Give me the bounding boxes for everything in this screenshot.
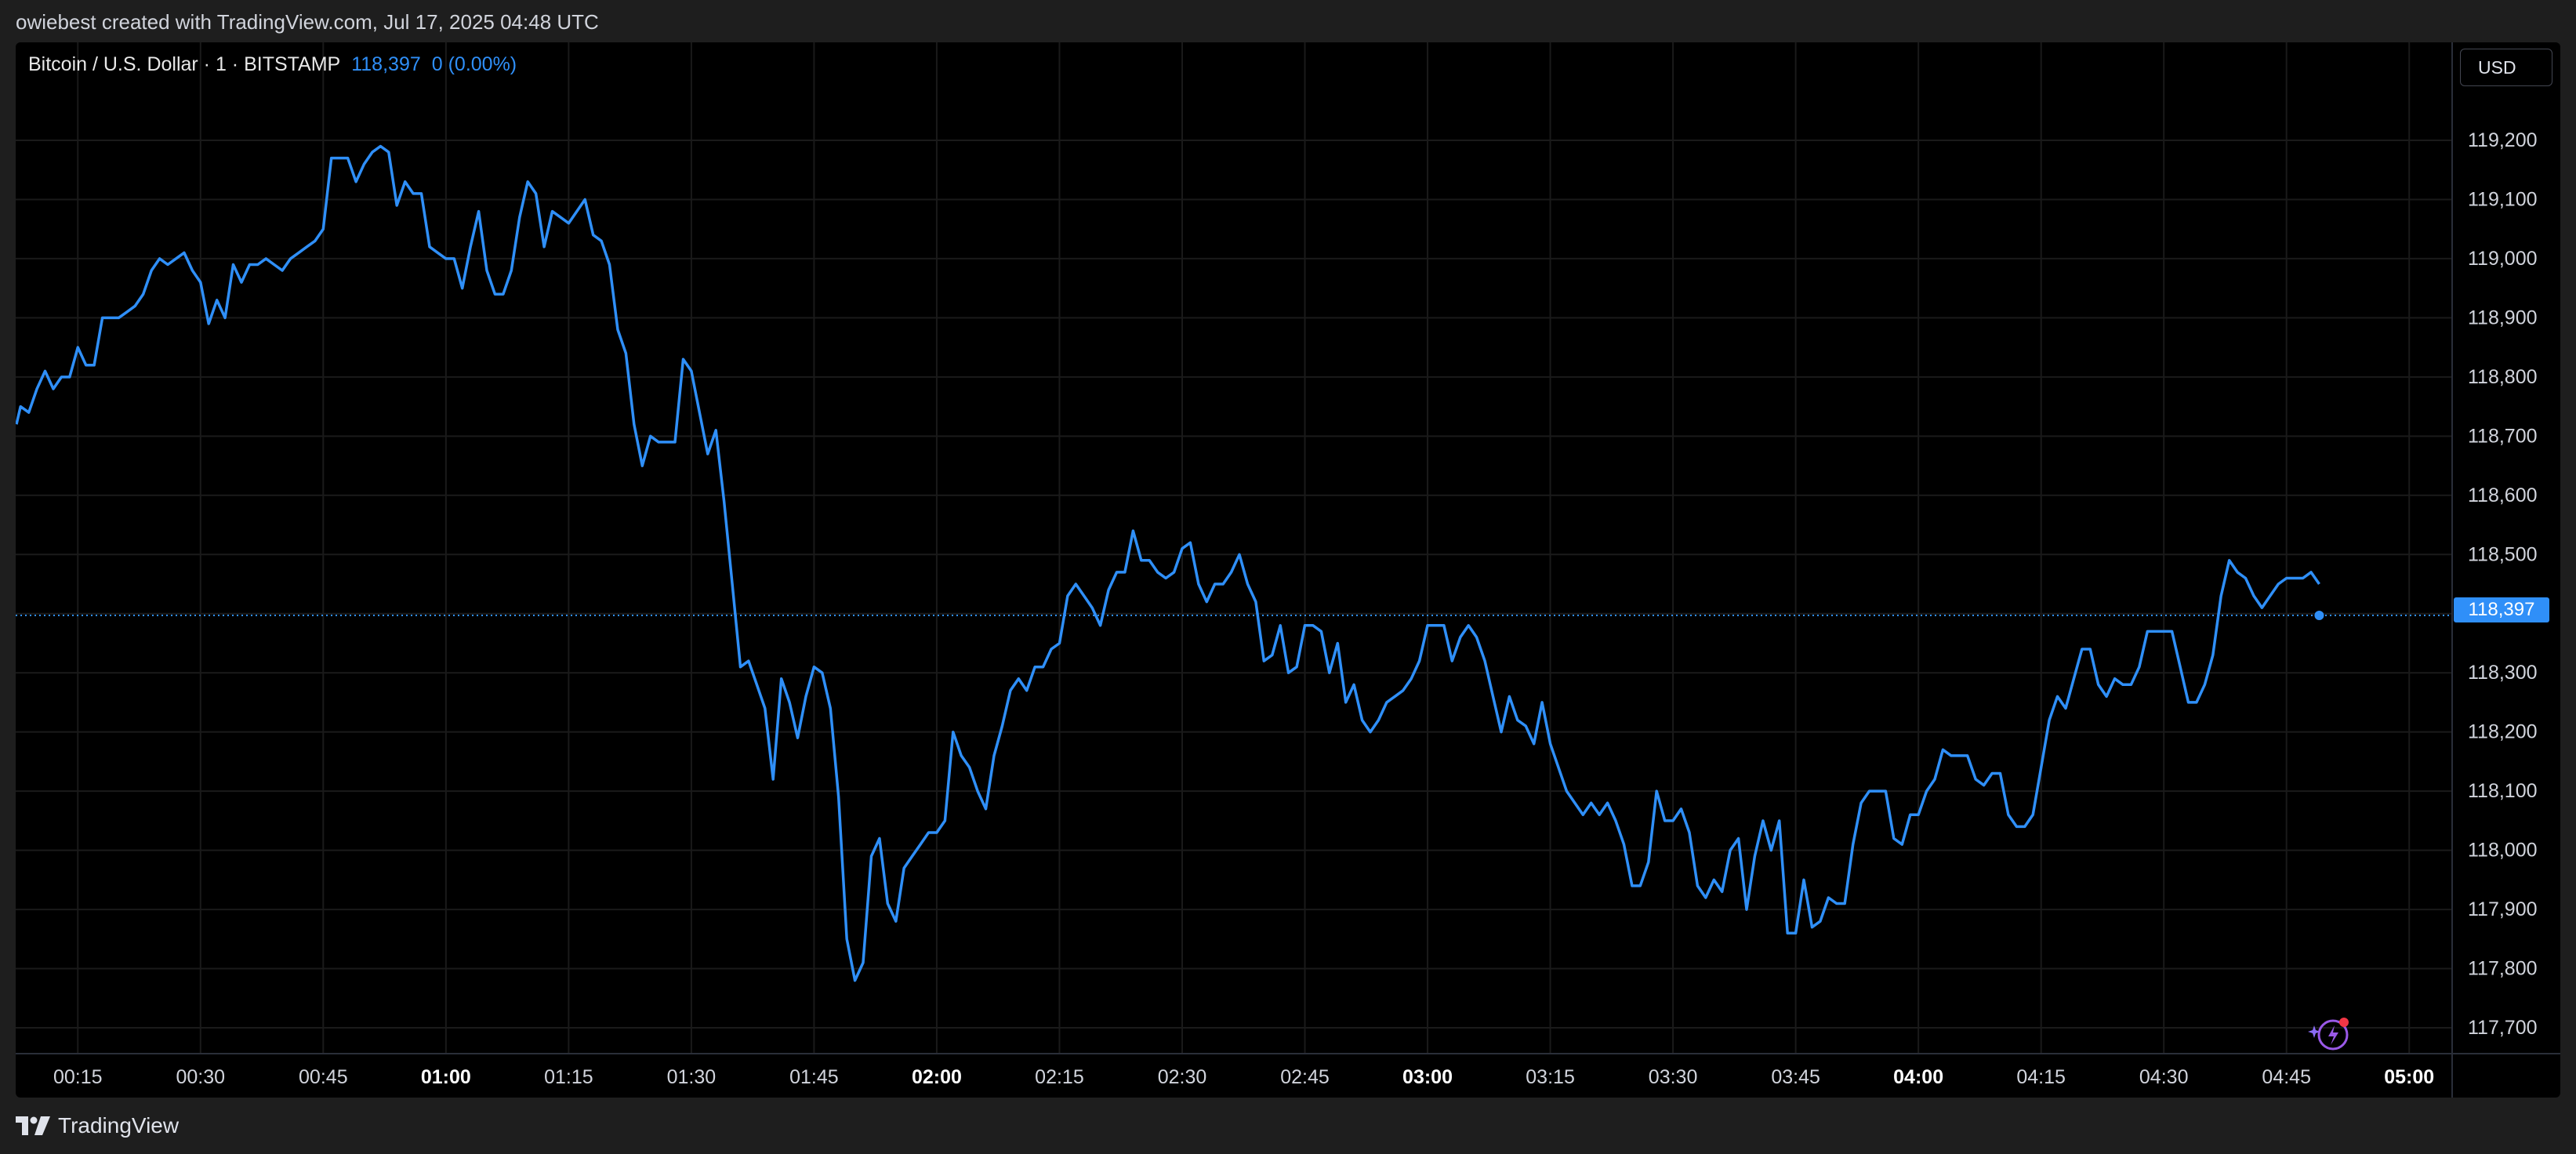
y-tick-label: 118,300 xyxy=(2468,662,2538,684)
x-tick-label: 03:45 xyxy=(1771,1066,1820,1088)
y-tick-label: 118,200 xyxy=(2468,721,2538,743)
price-change: 0 (0.00%) xyxy=(431,53,517,75)
x-tick-label: 00:30 xyxy=(176,1066,226,1088)
x-tick-label: 04:30 xyxy=(2139,1066,2189,1088)
x-tick-label: 01:00 xyxy=(421,1066,471,1088)
chart-credit: owiebest created with TradingView.com, J… xyxy=(16,10,599,34)
price-series-line[interactable] xyxy=(16,144,2320,982)
x-tick-label: 04:15 xyxy=(2016,1066,2066,1088)
x-tick-label: 01:15 xyxy=(544,1066,593,1088)
bottom-bar: TradingView xyxy=(0,1098,2576,1154)
y-tick-label: 118,600 xyxy=(2468,484,2538,506)
y-tick-label: 118,900 xyxy=(2468,307,2538,328)
x-tick-label: 01:45 xyxy=(789,1066,839,1088)
y-tick-label: 118,500 xyxy=(2468,543,2538,565)
y-tick-label: 119,000 xyxy=(2468,248,2538,270)
x-tick-label: 01:30 xyxy=(667,1066,717,1088)
currency-selector[interactable]: USD xyxy=(2460,49,2552,86)
y-tick-label: 117,800 xyxy=(2468,958,2538,980)
y-tick-label: 119,200 xyxy=(2468,129,2538,151)
x-tick-label: 03:30 xyxy=(1649,1066,1698,1088)
price-chart[interactable]: 117,700 117,800 117,900 118,000 118,100 118,2… xyxy=(16,42,2560,1098)
x-tick-label: 03:00 xyxy=(1402,1066,1453,1088)
top-bar: owiebest created with TradingView.com, J… xyxy=(0,0,2576,42)
y-tick-label: 119,100 xyxy=(2468,188,2538,210)
y-tick-label: 118,700 xyxy=(2468,425,2538,447)
grid xyxy=(16,42,2452,1054)
y-tick-label: 117,700 xyxy=(2468,1017,2538,1039)
x-tick-label: 04:00 xyxy=(1893,1066,1943,1088)
ai-assistant-icon[interactable] xyxy=(2305,1011,2353,1055)
x-tick-label: 02:15 xyxy=(1035,1066,1084,1088)
symbol-legend[interactable]: Bitcoin / U.S. Dollar · 1 · BITSTAMP 118… xyxy=(28,53,517,76)
x-tick-label: 03:15 xyxy=(1526,1066,1575,1088)
x-tick-label: 00:45 xyxy=(299,1066,348,1088)
y-tick-label: 118,800 xyxy=(2468,366,2538,388)
current-price-label: 118,397 xyxy=(2454,597,2549,622)
brand[interactable]: TradingView xyxy=(16,1113,179,1138)
x-tick-label: 02:00 xyxy=(912,1066,962,1088)
y-tick-label: 117,900 xyxy=(2468,898,2538,920)
chart-panel[interactable]: 117,700 117,800 117,900 118,000 118,100 118,2… xyxy=(16,42,2560,1098)
x-tick-label: 02:45 xyxy=(1280,1066,1330,1088)
y-tick-label: 118,000 xyxy=(2468,840,2538,862)
symbol-name[interactable]: Bitcoin / U.S. Dollar · 1 · BITSTAMP xyxy=(28,53,340,76)
brand-name: TradingView xyxy=(58,1113,180,1138)
series-layer xyxy=(16,144,2452,982)
x-tick-label: 05:00 xyxy=(2384,1066,2434,1088)
last-price-dot xyxy=(2314,610,2324,620)
tradingview-logo-icon xyxy=(16,1116,50,1135)
x-tick-label: 04:45 xyxy=(2262,1066,2311,1088)
last-price: 118,397 xyxy=(351,53,421,75)
y-tick-label: 118,100 xyxy=(2468,780,2538,802)
x-tick-label: 00:15 xyxy=(53,1066,103,1088)
x-tick-label: 02:30 xyxy=(1158,1066,1207,1088)
